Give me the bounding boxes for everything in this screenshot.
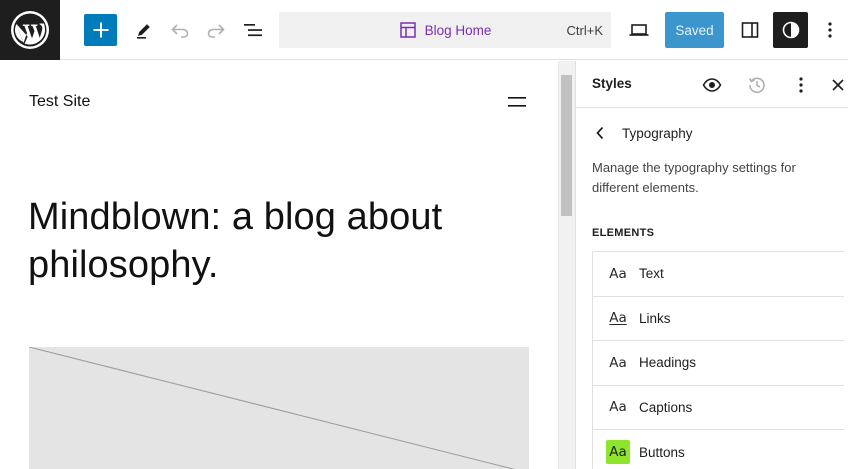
element-item-headings[interactable]: Aa Headings xyxy=(593,341,844,386)
add-block-button[interactable] xyxy=(84,14,117,46)
options-menu-button[interactable] xyxy=(818,15,842,45)
editor-header: Blog Home Ctrl+K Saved xyxy=(0,0,848,60)
settings-sidebar-toggle[interactable] xyxy=(735,15,765,45)
contrast-icon xyxy=(782,21,799,39)
styles-sidebar: Styles Typography Manage the typography … xyxy=(575,61,848,469)
more-vertical-icon xyxy=(799,77,803,93)
styles-toggle-button[interactable] xyxy=(773,12,808,48)
element-item-buttons[interactable]: Aa Buttons xyxy=(593,430,844,469)
document-title-label: Blog Home xyxy=(424,22,492,38)
wordpress-logo-button[interactable] xyxy=(0,0,60,60)
styles-panel-title: Styles xyxy=(592,76,632,91)
element-label: Captions xyxy=(639,399,693,415)
typography-navigation: Typography xyxy=(592,121,693,145)
element-label: Headings xyxy=(639,355,697,371)
revisions-button[interactable] xyxy=(743,71,771,99)
typography-preview-swatch: Aa xyxy=(609,265,627,282)
undo-button[interactable] xyxy=(166,15,194,45)
canvas-scrollbar-thumb[interactable] xyxy=(561,75,572,216)
more-vertical-icon xyxy=(828,22,832,38)
sidebar-icon xyxy=(741,22,759,38)
style-book-button[interactable] xyxy=(698,71,726,99)
element-item-captions[interactable]: Aa Captions xyxy=(593,386,844,430)
command-palette-bar[interactable]: Blog Home Ctrl+K xyxy=(279,12,611,48)
document-title[interactable]: Blog Home xyxy=(279,12,611,48)
desktop-preview-icon xyxy=(629,24,649,36)
element-label: Links xyxy=(639,310,671,326)
wordpress-icon xyxy=(11,11,49,49)
page-heading[interactable]: Mindblown: a blog about philosophy. xyxy=(28,193,528,289)
template-icon xyxy=(399,22,416,38)
typography-preview-swatch: Aa xyxy=(609,354,627,371)
redo-button[interactable] xyxy=(202,15,230,45)
typography-heading: Typography xyxy=(622,125,693,141)
save-button[interactable]: Saved xyxy=(665,12,724,48)
typography-description: Manage the typography settings for diffe… xyxy=(592,160,796,195)
typography-preview-swatch: Aa xyxy=(609,310,627,327)
hamburger-menu-icon[interactable] xyxy=(508,95,526,109)
editor-canvas[interactable]: Test Site Mindblown: a blog about philos… xyxy=(0,61,558,469)
chevron-left-icon xyxy=(596,126,604,140)
site-title[interactable]: Test Site xyxy=(29,93,90,111)
styles-panel-header: Styles xyxy=(576,61,848,108)
back-button[interactable] xyxy=(592,121,608,145)
preview-button[interactable] xyxy=(624,15,654,45)
undo-icon xyxy=(171,24,189,38)
typography-preview-swatch: Aa xyxy=(609,399,627,416)
element-label: Text xyxy=(639,266,664,282)
history-icon xyxy=(748,77,765,94)
close-styles-button[interactable] xyxy=(824,71,848,99)
eye-icon xyxy=(702,78,722,92)
tools-button[interactable] xyxy=(130,15,158,45)
typography-preview-swatch: Aa xyxy=(606,440,630,465)
element-item-text[interactable]: Aa Text xyxy=(593,252,844,297)
typography-elements-list: Aa Text Aa Links Aa Headings Aa Captions… xyxy=(592,251,844,469)
styles-more-button[interactable] xyxy=(787,71,815,99)
elements-section-label: ELEMENTS xyxy=(592,227,655,239)
list-view-button[interactable] xyxy=(239,15,267,45)
close-icon xyxy=(832,79,844,91)
element-item-links[interactable]: Aa Links xyxy=(593,297,844,341)
command-shortcut-hint: Ctrl+K xyxy=(566,22,603,38)
pen-icon xyxy=(137,24,150,39)
image-placeholder[interactable] xyxy=(29,347,529,469)
redo-icon xyxy=(207,24,225,38)
list-view-icon xyxy=(244,24,262,37)
element-label: Buttons xyxy=(639,444,685,460)
plus-icon xyxy=(93,22,108,38)
